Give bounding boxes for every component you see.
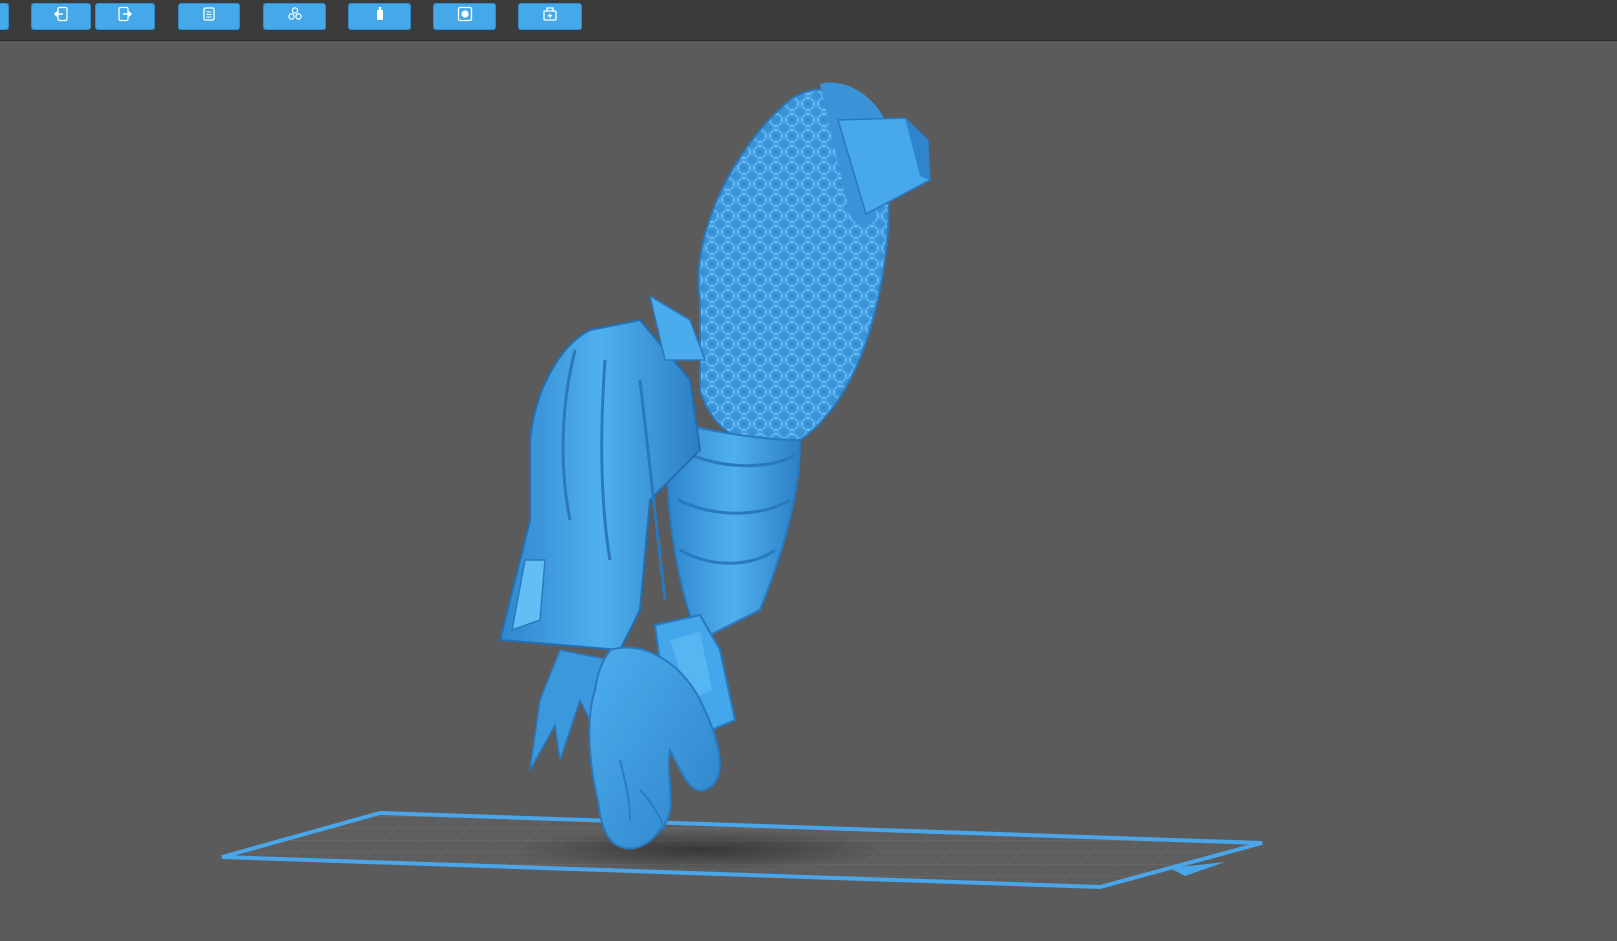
export-arrow-icon xyxy=(116,5,134,28)
import-button[interactable] xyxy=(31,3,91,30)
3d-viewport[interactable] xyxy=(0,41,1617,941)
import-arrow-icon xyxy=(52,5,70,28)
hollow-button[interactable] xyxy=(433,3,496,30)
object-list-button[interactable] xyxy=(178,3,240,30)
printer-add-icon xyxy=(541,5,559,28)
auto-arrange-icon xyxy=(286,5,304,28)
hollow-icon xyxy=(456,5,474,28)
supports-button[interactable] xyxy=(348,3,411,30)
build-plate-grid xyxy=(221,810,1263,890)
auto-arrange-button[interactable] xyxy=(263,3,326,30)
supports-icon xyxy=(371,5,389,28)
add-printer-button[interactable] xyxy=(518,3,582,30)
armored-gauntlet-model[interactable] xyxy=(498,82,931,850)
top-toolbar xyxy=(0,0,1617,41)
object-list-icon xyxy=(200,5,218,28)
export-button[interactable] xyxy=(95,3,155,30)
toolbar-edge-button[interactable] xyxy=(0,3,9,30)
